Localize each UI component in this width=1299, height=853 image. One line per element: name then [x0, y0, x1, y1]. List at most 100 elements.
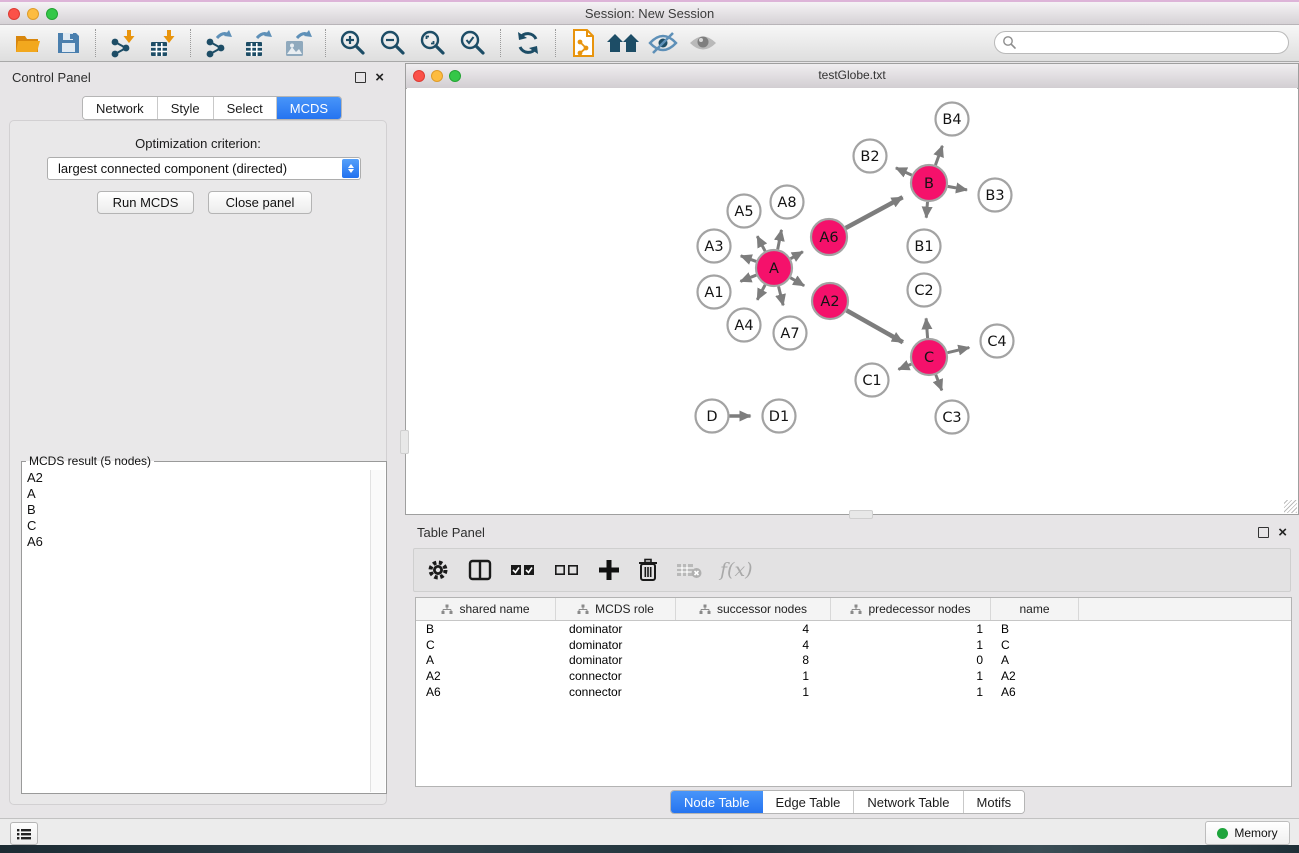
edge-A-A3[interactable] [741, 256, 756, 262]
tab-node-table[interactable]: Node Table [671, 791, 763, 813]
graph-node-A4[interactable]: A4 [728, 309, 761, 342]
edge-A-A6[interactable] [791, 252, 803, 259]
network-window-titlebar[interactable]: testGlobe.txt [406, 64, 1298, 89]
delete-column-button[interactable] [638, 558, 658, 582]
mcds-result-item[interactable]: C [23, 518, 371, 534]
graph-node-C4[interactable]: C4 [981, 325, 1014, 358]
mcds-result-list[interactable]: A2ABCA6 [23, 470, 371, 792]
table-row[interactable]: Bdominator41B [416, 621, 1291, 637]
mcds-result-item[interactable]: B [23, 502, 371, 518]
zoom-selected-button[interactable] [453, 26, 493, 60]
search-box[interactable] [994, 31, 1289, 54]
graph-node-B1[interactable]: B1 [908, 230, 941, 263]
zoom-in-button[interactable] [333, 26, 373, 60]
export-network-button[interactable] [198, 26, 238, 60]
tab-motifs[interactable]: Motifs [964, 791, 1025, 813]
close-panel-button[interactable]: Close panel [208, 191, 312, 214]
unselect-all-columns-button[interactable] [554, 563, 580, 577]
graph-node-C[interactable]: C [911, 339, 947, 375]
window-resize-grip[interactable] [1284, 500, 1297, 513]
column-header-successor-nodes[interactable]: successor nodes [676, 598, 831, 620]
graph-node-B4[interactable]: B4 [936, 103, 969, 136]
graph-node-A1[interactable]: A1 [698, 276, 731, 309]
import-network-button[interactable] [103, 26, 143, 60]
add-column-button[interactable] [598, 559, 620, 581]
edge-A-A8[interactable] [778, 230, 782, 249]
close-panel-icon[interactable]: × [375, 73, 384, 82]
show-all-button[interactable] [683, 26, 723, 60]
settings-button[interactable] [426, 558, 450, 582]
hide-selected-button[interactable] [643, 26, 683, 60]
task-history-button[interactable] [10, 822, 38, 845]
column-header-predecessor-nodes[interactable]: predecessor nodes [831, 598, 991, 620]
export-table-button[interactable] [238, 26, 278, 60]
float-panel-icon[interactable] [355, 72, 366, 83]
graph-node-C1[interactable]: C1 [856, 364, 889, 397]
zoom-fit-button[interactable] [413, 26, 453, 60]
mcds-result-item[interactable]: A6 [23, 534, 371, 550]
memory-button[interactable]: Memory [1205, 821, 1290, 845]
graph-node-D1[interactable]: D1 [763, 400, 796, 433]
tab-mcds[interactable]: MCDS [277, 97, 341, 119]
import-table-button[interactable] [143, 26, 183, 60]
mcds-result-item[interactable]: A [23, 486, 371, 502]
splitter-grip-vertical[interactable] [400, 430, 409, 454]
function-builder-button[interactable]: f(x) [720, 559, 753, 581]
select-all-columns-button[interactable] [510, 563, 536, 577]
tab-network-table[interactable]: Network Table [854, 791, 963, 813]
graph-node-A6[interactable]: A6 [811, 219, 847, 255]
search-input[interactable] [1017, 35, 1288, 51]
edge-C-C1[interactable] [898, 364, 911, 369]
edge-A-A5[interactable] [757, 236, 765, 251]
export-image-button[interactable] [278, 26, 318, 60]
first-neighbors-button[interactable] [603, 26, 643, 60]
graph-node-A3[interactable]: A3 [698, 230, 731, 263]
refresh-layout-button[interactable] [508, 26, 548, 60]
graph-node-B[interactable]: B [911, 165, 947, 201]
column-header-mcds-role[interactable]: MCDS role [556, 598, 676, 620]
new-network-from-selection-button[interactable] [563, 26, 603, 60]
graph-node-D[interactable]: D [696, 400, 729, 433]
edge-B-B2[interactable] [896, 168, 912, 175]
run-mcds-button[interactable]: Run MCDS [97, 191, 194, 214]
table-row[interactable]: Cdominator41C [416, 637, 1291, 653]
edge-B-B3[interactable] [948, 186, 967, 190]
tab-select[interactable]: Select [214, 97, 277, 119]
edge-B-B4[interactable] [935, 146, 942, 165]
edge-C-C4[interactable] [947, 348, 969, 353]
graph-node-A7[interactable]: A7 [774, 317, 807, 350]
mcds-result-item[interactable]: A2 [23, 470, 371, 486]
table-row[interactable]: A6connector11A6 [416, 684, 1291, 700]
graph-node-A2[interactable]: A2 [812, 283, 848, 319]
graph-node-C3[interactable]: C3 [936, 401, 969, 434]
edge-A-A1[interactable] [740, 275, 756, 281]
float-table-panel-icon[interactable] [1258, 527, 1269, 538]
mcds-result-scrollbar[interactable] [370, 470, 385, 792]
edge-A-A7[interactable] [779, 286, 784, 305]
column-header-name[interactable]: name [991, 598, 1079, 620]
edge-C-C2[interactable] [926, 318, 927, 338]
edge-A-A4[interactable] [757, 285, 765, 300]
edge-A6-B[interactable] [846, 197, 903, 228]
graph-node-A8[interactable]: A8 [771, 186, 804, 219]
criterion-dropdown[interactable]: largest connected component (directed) [47, 157, 361, 180]
table-row[interactable]: Adominator80A [416, 653, 1291, 669]
column-header-shared-name[interactable]: shared name [416, 598, 556, 620]
graph-node-A5[interactable]: A5 [728, 195, 761, 228]
graph-node-B2[interactable]: B2 [854, 140, 887, 173]
edge-A2-C[interactable] [847, 310, 903, 342]
edge-C-C3[interactable] [936, 375, 942, 391]
delete-table-button[interactable] [676, 561, 702, 579]
close-table-panel-icon[interactable]: × [1278, 528, 1287, 537]
tab-edge-table[interactable]: Edge Table [763, 791, 855, 813]
graph-node-C2[interactable]: C2 [908, 274, 941, 307]
graph-node-A[interactable]: A [756, 250, 792, 286]
graph-node-B3[interactable]: B3 [979, 179, 1012, 212]
tab-network[interactable]: Network [83, 97, 158, 119]
save-session-button[interactable] [48, 26, 88, 60]
tab-style[interactable]: Style [158, 97, 214, 119]
table-row[interactable]: A2connector11A2 [416, 668, 1291, 684]
column-selector-button[interactable] [468, 559, 492, 581]
zoom-out-button[interactable] [373, 26, 413, 60]
network-canvas[interactable]: B4 B2 B B3 A5 A8A6 B1 A3 A A1 C2 A2 A4 A7 C4 C C1 C3 D D1 [407, 88, 1297, 513]
